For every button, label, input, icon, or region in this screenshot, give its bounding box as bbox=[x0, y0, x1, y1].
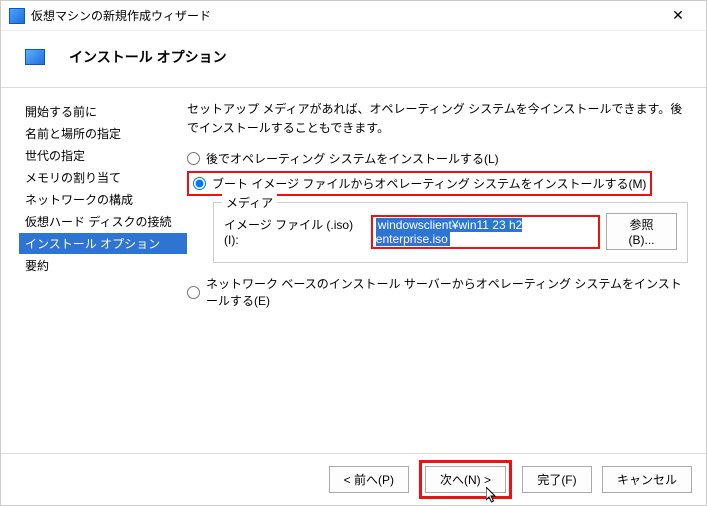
wizard-window: 仮想マシンの新規作成ウィザード ✕ インストール オプション 開始する前に 名前… bbox=[0, 0, 707, 506]
titlebar: 仮想マシンの新規作成ウィザード ✕ bbox=[1, 1, 706, 31]
radio-install-later[interactable] bbox=[187, 152, 200, 165]
iso-path-value: windowsclient¥win11 23 h2 enterprise.iso bbox=[376, 218, 523, 246]
iso-label: イメージ ファイル (.iso)(I): bbox=[224, 216, 365, 247]
cancel-button[interactable]: キャンセル bbox=[602, 466, 692, 493]
highlight-boot-image: ブート イメージ ファイルからオペレーティング システムをインストールする(M) bbox=[187, 171, 652, 196]
radio-install-later-label[interactable]: 後でオペレーティング システムをインストールする(L) bbox=[206, 150, 499, 167]
header-icon bbox=[25, 49, 45, 65]
highlight-next: 次へ(N) > bbox=[419, 460, 512, 499]
radio-boot-image-row[interactable]: ブート イメージ ファイルからオペレーティング システムをインストールする(M) bbox=[187, 171, 688, 196]
radio-install-later-row[interactable]: 後でオペレーティング システムをインストールする(L) bbox=[187, 150, 688, 167]
close-button[interactable]: ✕ bbox=[658, 2, 698, 30]
footer-buttons: < 前へ(P) 次へ(N) > 完了(F) キャンセル bbox=[1, 453, 706, 505]
main-panel: セットアップ メディアがあれば、オペレーティング システムを今インストールできま… bbox=[187, 88, 706, 453]
sidebar-item-before-begin[interactable]: 開始する前に bbox=[19, 101, 187, 122]
window-title: 仮想マシンの新規作成ウィザード bbox=[31, 7, 658, 24]
wizard-body: 開始する前に 名前と場所の指定 世代の指定 メモリの割り当て ネットワークの構成… bbox=[1, 88, 706, 453]
intro-text: セットアップ メディアがあれば、オペレーティング システムを今インストールできま… bbox=[187, 100, 688, 138]
sidebar-item-summary[interactable]: 要約 bbox=[19, 255, 187, 276]
iso-path-input[interactable]: windowsclient¥win11 23 h2 enterprise.iso bbox=[371, 215, 600, 249]
radio-boot-image-label[interactable]: ブート イメージ ファイルからオペレーティング システムをインストールする(M) bbox=[212, 175, 646, 192]
page-header: インストール オプション bbox=[1, 31, 706, 88]
radio-network-install[interactable] bbox=[187, 286, 200, 299]
media-group-title: メディア bbox=[222, 194, 277, 211]
prev-button[interactable]: < 前へ(P) bbox=[329, 466, 409, 493]
radio-network-install-row[interactable]: ネットワーク ベースのインストール サーバーからオペレーティング システムをイン… bbox=[187, 275, 688, 309]
app-icon bbox=[9, 8, 25, 24]
radio-network-install-label[interactable]: ネットワーク ベースのインストール サーバーからオペレーティング システムをイン… bbox=[206, 275, 688, 309]
sidebar-nav: 開始する前に 名前と場所の指定 世代の指定 メモリの割り当て ネットワークの構成… bbox=[1, 88, 187, 453]
iso-field-row: イメージ ファイル (.iso)(I): windowsclient¥win11… bbox=[224, 213, 677, 250]
browse-button[interactable]: 参照(B)... bbox=[606, 213, 677, 250]
sidebar-item-install-options[interactable]: インストール オプション bbox=[19, 233, 187, 254]
media-groupbox: メディア イメージ ファイル (.iso)(I): windowsclient¥… bbox=[213, 202, 688, 263]
finish-button[interactable]: 完了(F) bbox=[522, 466, 592, 493]
sidebar-item-vhd[interactable]: 仮想ハード ディスクの接続 bbox=[19, 211, 187, 232]
next-button[interactable]: 次へ(N) > bbox=[425, 466, 506, 493]
sidebar-item-memory[interactable]: メモリの割り当て bbox=[19, 167, 187, 188]
sidebar-item-generation[interactable]: 世代の指定 bbox=[19, 145, 187, 166]
radio-boot-image[interactable] bbox=[193, 177, 206, 190]
sidebar-item-name-location[interactable]: 名前と場所の指定 bbox=[19, 123, 187, 144]
sidebar-item-network[interactable]: ネットワークの構成 bbox=[19, 189, 187, 210]
page-title: インストール オプション bbox=[69, 47, 227, 67]
